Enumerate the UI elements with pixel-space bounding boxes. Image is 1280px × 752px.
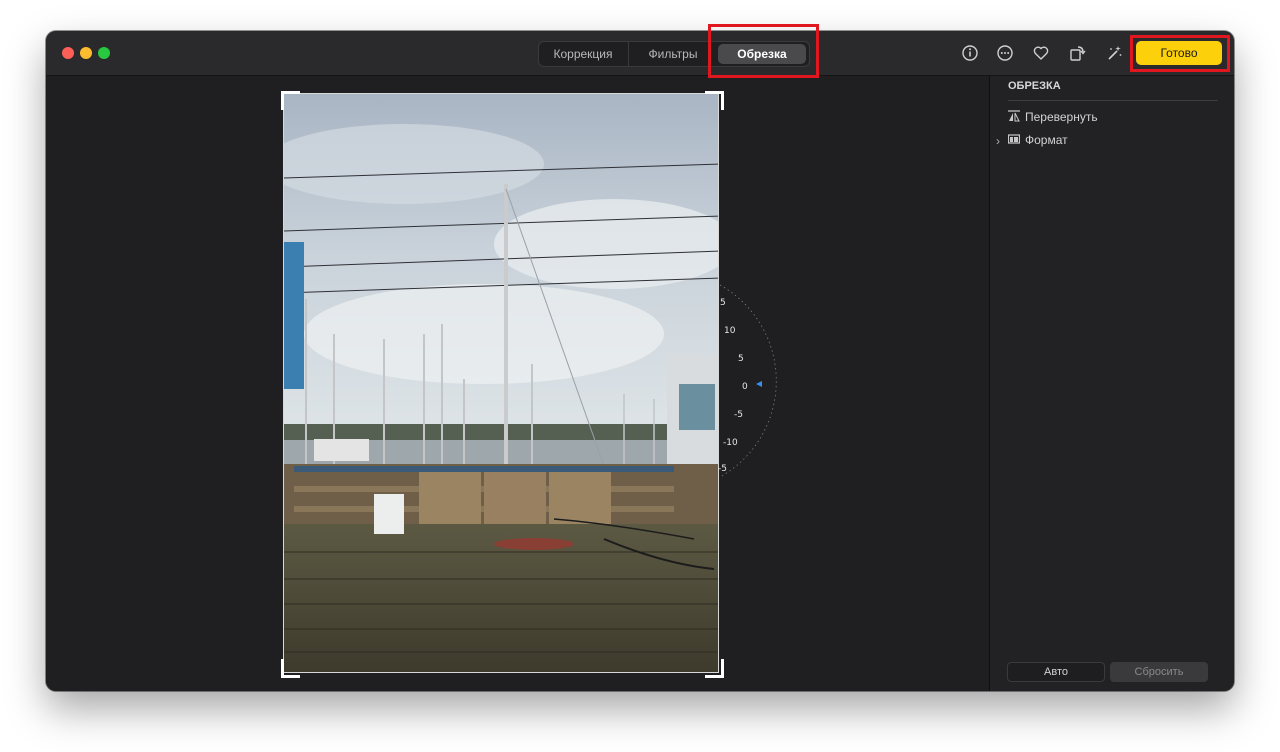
dial-label-6: -10 <box>723 438 738 448</box>
minimize-window-button[interactable] <box>80 47 92 59</box>
toolbar: Коррекция Фильтры Обрезка Готово <box>46 31 1234 76</box>
flip-label: Перевернуть <box>1025 110 1098 124</box>
dial-label-5: -5 <box>734 410 743 420</box>
info-icon[interactable] <box>960 43 980 63</box>
done-button-highlight <box>1130 35 1230 72</box>
crop-handle-bottom-right[interactable] <box>705 659 724 678</box>
rotate-icon[interactable] <box>1067 43 1087 63</box>
photo-canvas: 5 10 5 0 -5 -10 -5 <box>46 76 988 691</box>
straighten-dial[interactable]: 5 10 5 0 -5 -10 -5 <box>718 281 778 481</box>
crop-handle-top-left[interactable] <box>281 91 300 110</box>
dial-label-7: -5 <box>718 464 727 474</box>
flip-icon <box>1008 110 1020 122</box>
dial-label-1: 5 <box>720 298 726 308</box>
dial-label-2: 10 <box>724 326 736 336</box>
tab-adjust[interactable]: Коррекция <box>539 42 627 66</box>
crop-tab-highlight <box>708 24 819 78</box>
chevron-right-icon[interactable]: › <box>996 134 1000 148</box>
auto-button[interactable]: Авто <box>1007 662 1105 682</box>
aspect-ratio-icon <box>1008 134 1020 144</box>
photos-edit-window: Коррекция Фильтры Обрезка Готово 5 10 5 … <box>46 31 1234 691</box>
aspect-ratio-label: Формат <box>1025 133 1068 147</box>
more-icon[interactable] <box>995 43 1015 63</box>
dial-label-4: 0 <box>742 382 748 392</box>
crop-sidebar: ОБРЕЗКА Перевернуть › Формат Авто Сброси… <box>989 76 1234 691</box>
crop-handle-top-right[interactable] <box>705 91 724 110</box>
reset-button[interactable]: Сбросить <box>1110 662 1208 682</box>
auto-enhance-icon[interactable] <box>1104 43 1124 63</box>
marina-photo-illustration <box>284 94 718 672</box>
crop-handle-bottom-left[interactable] <box>281 659 300 678</box>
close-window-button[interactable] <box>62 47 74 59</box>
dial-label-3: 5 <box>738 354 744 364</box>
dial-pointer-icon <box>756 381 762 387</box>
sidebar-title: ОБРЕЗКА <box>1008 80 1218 101</box>
photo-image[interactable] <box>283 93 719 673</box>
favorite-heart-icon[interactable] <box>1031 43 1051 63</box>
tab-filters[interactable]: Фильтры <box>628 42 717 66</box>
zoom-window-button[interactable] <box>98 47 110 59</box>
